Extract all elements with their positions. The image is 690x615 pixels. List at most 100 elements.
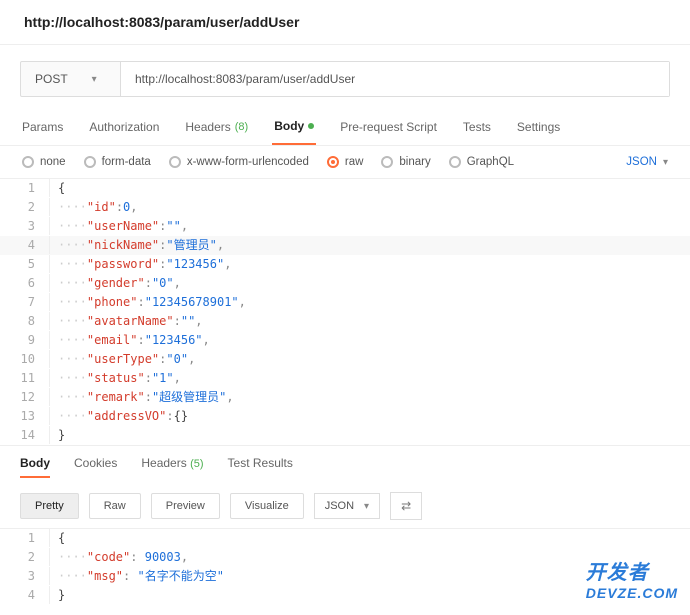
tab-body[interactable]: Body xyxy=(272,109,316,145)
response-format-select[interactable]: JSON ▾ xyxy=(314,493,380,519)
code-line: 6····"gender":"0", xyxy=(0,274,690,293)
code-content: ····"remark":"超级管理员", xyxy=(50,388,234,406)
code-content: ····"userName":"", xyxy=(50,217,188,235)
response-controls: Pretty Raw Preview Visualize JSON ▾ ⇄ xyxy=(0,484,690,528)
response-format-label: JSON xyxy=(325,500,354,512)
radio-xwww[interactable]: x-www-form-urlencoded xyxy=(169,156,309,168)
line-number: 13 xyxy=(0,407,50,425)
tab-authorization[interactable]: Authorization xyxy=(87,109,161,145)
line-number: 9 xyxy=(0,331,50,349)
request-row: POST ▾ http://localhost:8083/param/user/… xyxy=(20,61,670,97)
radio-none[interactable]: none xyxy=(22,156,66,168)
code-line: 7····"phone":"12345678901", xyxy=(0,293,690,312)
code-content: } xyxy=(50,586,65,604)
line-number: 8 xyxy=(0,312,50,330)
modified-dot-icon xyxy=(308,123,314,129)
watermark-en: DEVZE.COM xyxy=(586,585,678,601)
view-visualize[interactable]: Visualize xyxy=(230,493,304,519)
radio-formdata-label: form-data xyxy=(102,156,151,168)
code-line: 8····"avatarName":"", xyxy=(0,312,690,331)
resp-tab-headers[interactable]: Headers (5) xyxy=(141,456,203,478)
code-line: 12····"remark":"超级管理员", xyxy=(0,388,690,407)
resp-tab-tests[interactable]: Test Results xyxy=(228,456,293,478)
resp-headers-count: (5) xyxy=(190,458,203,470)
tab-tests[interactable]: Tests xyxy=(461,109,493,145)
url-input[interactable]: http://localhost:8083/param/user/addUser xyxy=(121,62,669,96)
resp-tab-headers-label: Headers xyxy=(141,456,186,470)
line-number: 1 xyxy=(0,529,50,547)
radio-xwww-label: x-www-form-urlencoded xyxy=(187,156,309,168)
view-raw[interactable]: Raw xyxy=(89,493,141,519)
chevron-down-icon: ▾ xyxy=(364,501,369,512)
line-number: 11 xyxy=(0,369,50,387)
watermark: 开发者 DEVZE.COM xyxy=(586,556,678,601)
code-content: ····"addressVO":{} xyxy=(50,407,188,425)
response-tabs: Body Cookies Headers (5) Test Results xyxy=(0,445,690,484)
line-number: 2 xyxy=(0,198,50,216)
line-number: 7 xyxy=(0,293,50,311)
code-content: { xyxy=(50,529,65,547)
code-line: 13····"addressVO":{} xyxy=(0,407,690,426)
tab-headers-label: Headers xyxy=(185,120,230,134)
body-format-select[interactable]: JSON ▾ xyxy=(626,156,668,168)
method-label: POST xyxy=(35,72,68,86)
line-number: 5 xyxy=(0,255,50,273)
tab-headers[interactable]: Headers (8) xyxy=(183,109,250,145)
line-number: 3 xyxy=(0,567,50,585)
code-line: 14} xyxy=(0,426,690,445)
view-pretty[interactable]: Pretty xyxy=(20,493,79,519)
code-content: ····"id":0, xyxy=(50,198,138,216)
tab-settings[interactable]: Settings xyxy=(515,109,562,145)
wrap-lines-icon[interactable]: ⇄ xyxy=(390,492,422,520)
line-number: 4 xyxy=(0,586,50,604)
radio-raw-label: raw xyxy=(345,156,364,168)
radio-none-label: none xyxy=(40,156,66,168)
line-number: 10 xyxy=(0,350,50,368)
resp-tab-body[interactable]: Body xyxy=(20,456,50,478)
request-body-editor[interactable]: 1{2····"id":0,3····"userName":"",4····"n… xyxy=(0,178,690,445)
code-line: 3····"userName":"", xyxy=(0,217,690,236)
code-line: 11····"status":"1", xyxy=(0,369,690,388)
code-line: 1{ xyxy=(0,529,690,548)
resp-tab-cookies[interactable]: Cookies xyxy=(74,456,117,478)
line-number: 4 xyxy=(0,236,50,254)
code-content: ····"msg": "名字不能为空" xyxy=(50,567,224,585)
radio-raw[interactable]: raw xyxy=(327,156,364,168)
chevron-down-icon: ▾ xyxy=(663,157,668,168)
radio-binary[interactable]: binary xyxy=(381,156,430,168)
radio-formdata[interactable]: form-data xyxy=(84,156,151,168)
line-number: 1 xyxy=(0,179,50,197)
line-number: 6 xyxy=(0,274,50,292)
line-number: 2 xyxy=(0,548,50,566)
code-line: 1{ xyxy=(0,179,690,198)
body-format-label: JSON xyxy=(626,156,657,168)
code-content: { xyxy=(50,179,65,197)
code-content: ····"code": 90003, xyxy=(50,548,188,566)
code-line: 9····"email":"123456", xyxy=(0,331,690,350)
code-line: 5····"password":"123456", xyxy=(0,255,690,274)
code-line: 4····"nickName":"管理员", xyxy=(0,236,690,255)
tab-prerequest[interactable]: Pre-request Script xyxy=(338,109,439,145)
line-number: 3 xyxy=(0,217,50,235)
code-content: } xyxy=(50,426,65,444)
code-content: ····"password":"123456", xyxy=(50,255,231,273)
code-content: ····"gender":"0", xyxy=(50,274,181,292)
radio-graphql[interactable]: GraphQL xyxy=(449,156,514,168)
request-tabs: Params Authorization Headers (8) Body Pr… xyxy=(0,109,690,146)
method-select[interactable]: POST ▾ xyxy=(21,62,121,96)
view-preview[interactable]: Preview xyxy=(151,493,220,519)
line-number: 12 xyxy=(0,388,50,406)
request-title: http://localhost:8083/param/user/addUser xyxy=(0,0,690,45)
radio-binary-label: binary xyxy=(399,156,430,168)
code-content: ····"phone":"12345678901", xyxy=(50,293,246,311)
code-content: ····"userType":"0", xyxy=(50,350,195,368)
code-content: ····"email":"123456", xyxy=(50,331,210,349)
line-number: 14 xyxy=(0,426,50,444)
tab-body-label: Body xyxy=(274,119,304,133)
tab-params[interactable]: Params xyxy=(20,109,65,145)
code-content: ····"avatarName":"", xyxy=(50,312,203,330)
headers-count: (8) xyxy=(235,121,248,133)
code-content: ····"nickName":"管理员", xyxy=(50,236,224,254)
radio-graphql-label: GraphQL xyxy=(467,156,514,168)
code-line: 2····"id":0, xyxy=(0,198,690,217)
